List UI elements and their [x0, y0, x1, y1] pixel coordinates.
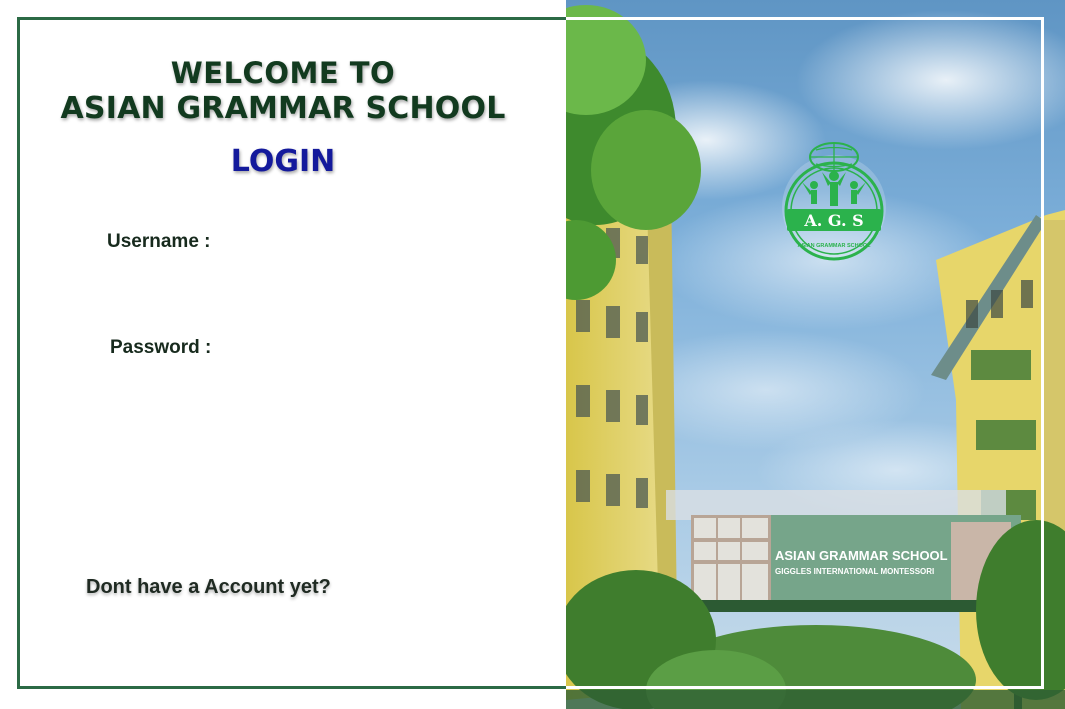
welcome-heading-line1: WELCOME TO — [170, 56, 396, 90]
photo-frame-border — [566, 17, 1044, 689]
welcome-heading-line2: ASIAN GRAMMAR SCHOOL — [60, 91, 506, 126]
login-title: LOGIN — [230, 144, 336, 179]
username-label: Username : — [107, 231, 211, 252]
signup-link[interactable]: Dont have a Account yet? — [86, 576, 331, 599]
password-label: Password : — [110, 337, 212, 358]
